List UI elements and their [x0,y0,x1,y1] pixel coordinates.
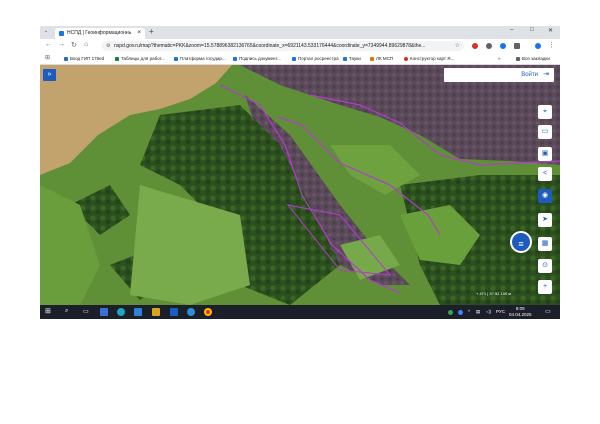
photo-icon[interactable]: ▦ [538,237,552,251]
browser-window: ⌄ НСПД | Геоинформационный... × + – □ ✕ … [40,26,560,319]
navigate-icon[interactable]: ➤ [538,213,552,227]
extension-icon[interactable] [472,43,478,49]
chrome-icon[interactable] [204,308,212,316]
file-explorer-icon[interactable] [152,308,160,316]
scale-bar: + 471 | 37.52 100 м [476,291,512,296]
site-favicon-icon [59,31,64,36]
volume-icon[interactable]: ◁) [486,309,491,315]
home-icon[interactable]: ⌂ [84,41,88,48]
map-view[interactable]: » Войти ⇥ ⌖ ▭ ▣ < ◉ ➤ ▦ ⊙ + ≡ + 471 | 37… [40,65,560,305]
notifications-icon[interactable]: ▭ [545,308,551,315]
bookmarks-more-icon[interactable]: » [498,53,501,64]
bookmark-item[interactable]: Конструктор карт Я... [404,53,454,64]
bookmark-item[interactable]: Портал росреестра [292,53,339,64]
tab-close-icon[interactable]: × [137,28,141,39]
browser-toolbar: ← → ↻ ⌂ ⚙ nspd.gov.ru/map?thematic=PKK&z… [40,39,560,53]
search-icon[interactable]: ⊙ [538,259,552,273]
login-arrow-icon: ⇥ [543,71,549,78]
layers-icon[interactable]: ▭ [538,125,552,139]
image-icon[interactable]: ▣ [538,147,552,161]
extension-icon[interactable] [486,43,492,49]
windows-taskbar: ⊞ ⌕ ▭ ^ ▤ ◁) РУС 8:08 04.04.2025 ▭ [40,305,560,319]
task-view-icon[interactable]: ▭ [83,308,89,315]
bookmark-item[interactable]: Подпись документ... [233,53,281,64]
bookmark-item[interactable]: Тауки [343,53,361,64]
speech-icon[interactable]: ◉ [538,189,552,203]
reload-icon[interactable]: ↻ [71,41,77,49]
share-icon[interactable]: < [538,167,552,181]
app-icon[interactable] [170,308,178,316]
tab-title: НСПД | Геоинформационный... [67,30,131,36]
app-icon[interactable] [134,308,142,316]
bookmark-item[interactable]: ЛК МСП [370,53,393,64]
location-pin-icon[interactable]: ⌖ [538,105,552,119]
address-url: nspd.gov.ru/map?thematic=PKK&zoom=15.578… [114,43,426,49]
bookmarks-bar: ⊞ Вход ГИП 179ed Таблицы для работ... Пл… [40,53,560,65]
system-clock[interactable]: 8:08 04.04.2025 [509,306,532,318]
bookmark-star-icon[interactable]: ☆ [455,41,460,51]
active-tab[interactable]: НСПД | Геоинформационный... × [55,28,145,39]
back-icon[interactable]: ← [45,41,52,48]
bookmark-item[interactable]: Вход ГИП 179ed [64,53,104,64]
network-icon[interactable]: ▤ [476,309,480,315]
app-icon[interactable] [187,308,195,316]
apps-grid-icon[interactable]: ⊞ [45,53,50,64]
tab-strip: ⌄ НСПД | Геоинформационный... × + – □ ✕ [40,26,560,39]
minimize-button[interactable]: – [510,27,513,33]
bookmark-item[interactable]: Таблицы для работ... [115,53,165,64]
chat-icon[interactable]: ≡ [510,231,532,253]
profile-avatar[interactable] [535,43,541,49]
close-window-button[interactable]: ✕ [548,27,553,34]
language-indicator[interactable]: РУС [496,309,505,314]
menu-kebab-icon[interactable]: ⋮ [548,41,555,49]
tray-icon[interactable] [448,310,453,315]
tray-chevron-icon[interactable]: ^ [468,309,470,314]
all-bookmarks-folder[interactable]: Все закладки [516,53,550,64]
search-icon[interactable]: ⌕ [65,308,68,315]
windows-start-icon[interactable]: ⊞ [45,307,51,315]
forward-icon[interactable]: → [58,41,65,48]
save-icon[interactable] [100,308,108,316]
maximize-button[interactable]: □ [530,27,534,33]
site-info-icon[interactable]: ⚙ [106,41,110,51]
tray-icon[interactable] [458,310,463,315]
login-label: Войти [521,72,538,78]
bookmark-item[interactable]: Платформа государ... [174,53,226,64]
extensions-puzzle-icon[interactable] [514,43,520,49]
login-button[interactable]: Войти ⇥ [444,68,554,82]
clock-date: 04.04.2025 [509,312,532,317]
tab-list-button[interactable]: ⌄ [44,28,48,34]
edge-browser-icon[interactable] [117,308,125,316]
satellite-imagery [40,65,560,305]
address-bar[interactable]: ⚙ nspd.gov.ru/map?thematic=PKK&zoom=15.5… [102,41,464,51]
zoom-in-icon[interactable]: + [538,280,552,294]
extension-icon[interactable] [500,43,506,49]
expand-panel-button[interactable]: » [43,69,56,81]
new-tab-button[interactable]: + [149,27,154,36]
